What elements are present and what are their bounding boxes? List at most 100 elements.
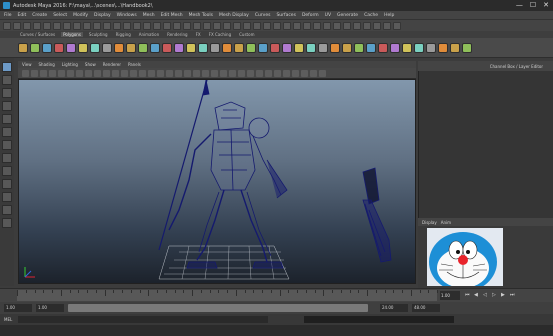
status-line-button[interactable] [33, 21, 41, 30]
layout-icon[interactable] [2, 179, 12, 189]
status-line-button[interactable] [183, 21, 191, 30]
shelf-tool-icon[interactable] [30, 42, 40, 53]
status-line-button[interactable] [393, 21, 401, 30]
rotate-tool-icon[interactable] [2, 114, 12, 124]
panel-toolbar-button[interactable] [67, 69, 74, 77]
shelf-tab-fx[interactable]: FX [194, 32, 203, 37]
panel-toolbar-button[interactable] [22, 69, 29, 77]
panel-toolbar-button[interactable] [31, 69, 38, 77]
shelf-tool-icon[interactable] [78, 42, 88, 53]
shelf-tab-fx-caching[interactable]: FX Caching [207, 32, 233, 37]
status-line-button[interactable] [383, 21, 391, 30]
panel-toolbar-button[interactable] [166, 69, 173, 77]
menu-mesh-display[interactable]: Mesh Display [219, 13, 249, 18]
shelf-tool-icon[interactable] [450, 42, 460, 53]
shelf-tool-icon[interactable] [270, 42, 280, 53]
step-forward-icon[interactable]: ▶ [501, 292, 507, 299]
status-line-button[interactable] [3, 21, 11, 30]
status-line-button[interactable] [283, 21, 291, 30]
status-line-button[interactable] [13, 21, 21, 30]
panel-toolbar-button[interactable] [40, 69, 47, 77]
time-ruler[interactable] [17, 290, 438, 301]
shelf-tool-icon[interactable] [258, 42, 268, 53]
status-line-button[interactable] [353, 21, 361, 30]
shelf-tab-polygons[interactable]: Polygons [61, 32, 83, 37]
shelf-tool-icon[interactable] [414, 42, 424, 53]
play-back-icon[interactable]: ◁ [483, 292, 489, 299]
status-line-button[interactable] [53, 21, 61, 30]
shelf-tool-icon[interactable] [438, 42, 448, 53]
panel-toolbar-button[interactable] [76, 69, 83, 77]
range-bar[interactable] [68, 304, 368, 312]
shelf-tool-icon[interactable] [318, 42, 328, 53]
shelf-tool-icon[interactable] [462, 42, 472, 53]
shelf-tool-icon[interactable] [90, 42, 100, 53]
panel-menu-panels[interactable]: Panels [128, 62, 141, 67]
shelf-tool-icon[interactable] [294, 42, 304, 53]
last-tool-icon[interactable] [2, 140, 12, 150]
shelf-tab-custom[interactable]: Custom [237, 32, 256, 37]
status-line-button[interactable] [123, 21, 131, 30]
shelf-tool-icon[interactable] [342, 42, 352, 53]
status-line-button[interactable] [343, 21, 351, 30]
play-forward-icon[interactable]: ▷ [492, 292, 498, 299]
panel-menu-shading[interactable]: Shading [39, 62, 55, 67]
menu-deform[interactable]: Deform [302, 13, 319, 18]
shelf-tool-icon[interactable] [42, 42, 52, 53]
status-line-button[interactable] [243, 21, 251, 30]
single-view-icon[interactable] [2, 153, 12, 163]
panel-menu-renderer[interactable]: Renderer [103, 62, 121, 67]
shelf-tab-curves-surfaces[interactable]: Curves / Surfaces [18, 32, 57, 37]
status-line-button[interactable] [43, 21, 51, 30]
select-tool-icon[interactable] [2, 62, 12, 72]
status-line-button[interactable] [113, 21, 121, 30]
status-line-button[interactable] [193, 21, 201, 30]
status-line-button[interactable] [103, 21, 111, 30]
shelf-tool-icon[interactable] [426, 42, 436, 53]
playback-end-field[interactable]: 24.00 [380, 304, 408, 312]
shelf-tool-icon[interactable] [102, 42, 112, 53]
menu-cache[interactable]: Cache [364, 13, 378, 18]
panel-toolbar-button[interactable] [247, 69, 254, 77]
status-line-button[interactable] [93, 21, 101, 30]
status-line-button[interactable] [253, 21, 261, 30]
shelf-tab-animation[interactable]: Animation [137, 32, 161, 37]
end-time-field[interactable]: 48.00 [412, 304, 440, 312]
panel-toolbar-button[interactable] [58, 69, 65, 77]
shelf-tool-icon[interactable] [174, 42, 184, 53]
panel-menu-view[interactable]: View [22, 62, 32, 67]
menu-select[interactable]: Select [53, 13, 67, 18]
status-line-button[interactable] [63, 21, 71, 30]
panel-toolbar-button[interactable] [85, 69, 92, 77]
panel-toolbar-button[interactable] [274, 69, 281, 77]
shelf-tab-rendering[interactable]: Rendering [165, 32, 189, 37]
panel-toolbar-button[interactable] [175, 69, 182, 77]
shelf-tool-icon[interactable] [390, 42, 400, 53]
maximize-button[interactable]: ☐ [530, 1, 536, 10]
status-line-button[interactable] [73, 21, 81, 30]
command-input[interactable] [18, 316, 269, 323]
close-button[interactable]: ✕ [543, 1, 549, 10]
status-line-button[interactable] [293, 21, 301, 30]
status-line-button[interactable] [333, 21, 341, 30]
shelf-tool-icon[interactable] [186, 42, 196, 53]
panel-toolbar-button[interactable] [184, 69, 191, 77]
panel-toolbar-button[interactable] [256, 69, 263, 77]
panel-toolbar-button[interactable] [301, 69, 308, 77]
status-line-button[interactable] [83, 21, 91, 30]
menu-display[interactable]: Display [94, 13, 111, 18]
status-line-button[interactable] [223, 21, 231, 30]
render-view-icon[interactable] [2, 218, 12, 228]
panel-toolbar-button[interactable] [310, 69, 317, 77]
status-line-button[interactable] [163, 21, 171, 30]
menu-mesh-tools[interactable]: Mesh Tools [189, 13, 213, 18]
layer-tab-anim[interactable]: Anim [441, 220, 451, 225]
move-tool-icon[interactable] [2, 101, 12, 111]
shelf-tool-icon[interactable] [366, 42, 376, 53]
panel-toolbar-button[interactable] [292, 69, 299, 77]
shelf-tool-icon[interactable] [354, 42, 364, 53]
go-to-end-icon[interactable]: ⏭ [510, 292, 516, 299]
shelf-tool-icon[interactable] [198, 42, 208, 53]
menu-edit-mesh[interactable]: Edit Mesh [161, 13, 183, 18]
shelf-tool-icon[interactable] [234, 42, 244, 53]
